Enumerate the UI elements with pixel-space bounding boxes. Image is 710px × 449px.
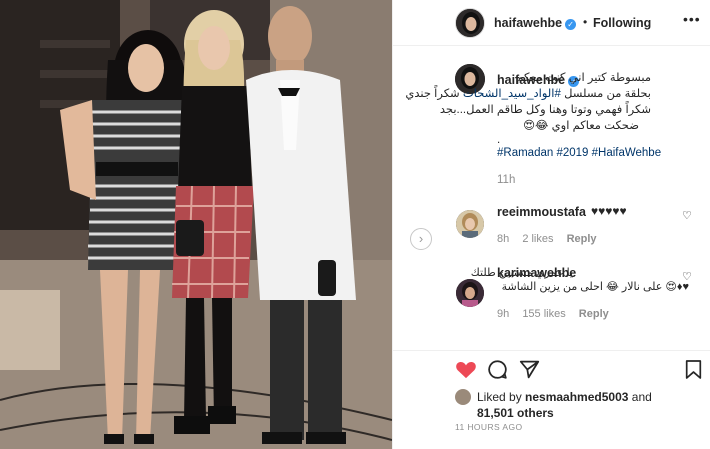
comment-2-like-icon[interactable]: ♡ [682, 270, 692, 283]
header-separator-dot: • [583, 15, 588, 29]
caption-line-1: مبسوطة كتير اني كنت معكم [516, 72, 651, 84]
post-actions: Liked by nesmaahmed5003 and 81,501 other… [393, 350, 710, 449]
more-options-icon[interactable]: ••• [683, 11, 701, 27]
post-timestamp[interactable]: 11 HOURS AGO [455, 422, 522, 432]
comment-2-avatar[interactable] [456, 279, 484, 307]
caption-time[interactable]: 11h [497, 174, 515, 186]
caption-line-3: شكراً فهمي وتوتا وهنا وكل طاقم العمل...ب… [439, 104, 651, 116]
liked-by-avatar[interactable] [455, 389, 471, 405]
liked-by-count[interactable]: 81,501 others [477, 406, 554, 420]
comment-1-text: ♥♥♥♥♥ [591, 204, 627, 218]
caption-line-4: ضحكت معاكم اوي 😂😍 [523, 120, 639, 132]
liked-by-user[interactable]: nesmaahmed5003 [525, 390, 628, 404]
comment-2-reply-button[interactable]: Reply [579, 308, 609, 320]
comment-1-likes[interactable]: 2 likes [522, 233, 553, 245]
caption-hashtags[interactable]: #Ramadan #2019 #HaifaWehbe [497, 147, 661, 159]
liked-by-and: and [628, 390, 652, 404]
comment-1-avatar-image [456, 210, 484, 238]
comment-2-line-2: ♥♦😍 على نالار 😂 احلى من يزين الشاشة [501, 281, 689, 293]
caption-dot: . [497, 134, 501, 146]
post-sidebar: haifawehbe ✓ • Following ••• haifawehbe ✓ … [392, 0, 710, 449]
post-photo[interactable] [0, 0, 392, 449]
comments-scroll-area[interactable]: haifawehbe ✓ مبسوطة كتير اني كنت معكم بحل… [393, 47, 710, 347]
like-heart-icon[interactable] [455, 359, 477, 379]
comment-1-time[interactable]: 8h [497, 233, 509, 245]
avatar-image [456, 9, 484, 37]
share-icon[interactable] [519, 359, 540, 380]
save-bookmark-icon[interactable] [685, 359, 702, 380]
liked-by-prefix: Liked by [477, 390, 526, 404]
following-button[interactable]: Following [593, 16, 651, 30]
comment-1-reply-button[interactable]: Reply [567, 233, 597, 245]
post-photo-image [0, 0, 392, 449]
header-avatar[interactable] [455, 8, 485, 38]
comment-2-line-1: يا عمري مستبين طلتك [470, 267, 573, 279]
comment-1-username[interactable]: reeimmoustafa [497, 205, 586, 219]
post-header: haifawehbe ✓ • Following ••• [393, 0, 710, 46]
caption-hashtag-link[interactable]: #الواد_سيد_الشحات [463, 88, 561, 100]
caption-line-2: بحلقة من مسلسل #الواد_سيد_الشحات شكراً ج… [405, 87, 651, 101]
header-username[interactable]: haifawehbe ✓ [494, 16, 577, 30]
caption-line-2a: بحلقة من مسلسل [560, 88, 651, 100]
comment-2-avatar-image [456, 279, 484, 307]
comment-icon[interactable] [487, 359, 508, 380]
caption-line-2c: شكراً جندي [405, 88, 463, 100]
comment-2-meta: 9h 155 likes Reply [497, 308, 619, 320]
comment-2-likes[interactable]: 155 likes [522, 308, 565, 320]
verified-badge-icon: ✓ [565, 19, 577, 30]
comment-2-time[interactable]: 9h [497, 308, 509, 320]
comment-1-avatar[interactable] [456, 210, 484, 238]
comment-1-meta: 8h 2 likes Reply [497, 233, 607, 245]
header-username-text[interactable]: haifawehbe [494, 16, 562, 30]
comment-1-like-icon[interactable]: ♡ [682, 209, 692, 222]
liked-by-text: Liked by nesmaahmed5003 and 81,501 other… [477, 389, 652, 421]
